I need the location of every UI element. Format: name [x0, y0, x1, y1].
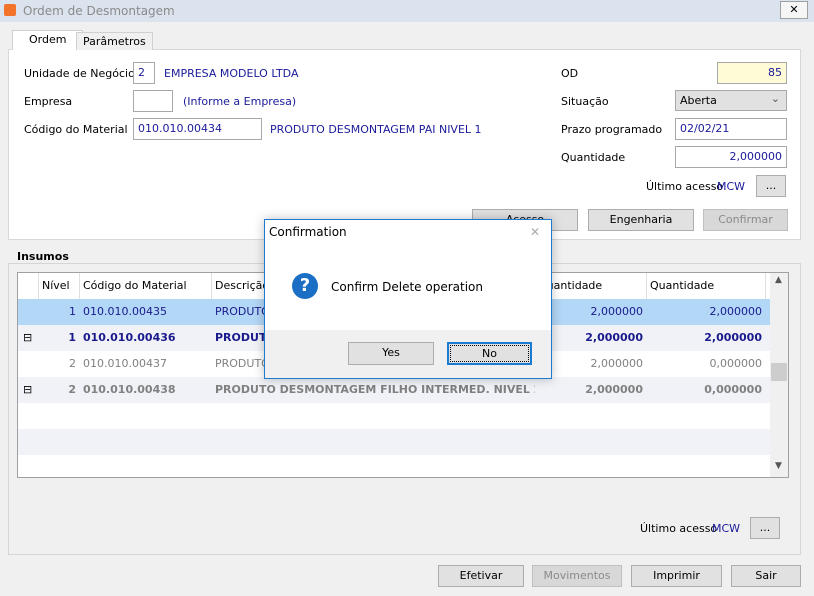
dialog-title: Confirmation — [269, 225, 347, 239]
header-quantidade[interactable]: Quantidade — [647, 273, 766, 299]
insumos-ultimo-acesso-button[interactable]: ... — [750, 517, 780, 539]
insumos-ultimo-acesso-user: MCW — [712, 522, 741, 535]
confirmar-button: Confirmar — [703, 209, 788, 231]
header-codigo[interactable]: Código do Material — [80, 273, 212, 299]
unidade-label: Unidade de Negócio — [24, 67, 135, 80]
cell-quantidade: 2,000000 — [704, 331, 762, 344]
collapse-icon[interactable]: ⊟ — [18, 377, 39, 403]
collapse-icon[interactable]: ⊟ — [18, 325, 39, 351]
material-label: Código do Material — [24, 123, 128, 136]
ultimo-acesso-user: MCW — [717, 180, 746, 193]
ultimo-acesso-button[interactable]: ... — [756, 175, 786, 197]
cell-nivel: 1 — [69, 305, 76, 318]
unidade-desc: EMPRESA MODELO LTDA — [164, 67, 299, 80]
window-title: Ordem de Desmontagem — [23, 4, 175, 18]
unidade-input[interactable]: 2 — [133, 62, 155, 84]
dialog-message: Confirm Delete operation — [331, 280, 483, 294]
scroll-up-icon[interactable]: ▲ — [775, 275, 782, 285]
window-close-button[interactable]: ✕ — [780, 1, 808, 19]
table-row[interactable]: ⊟ 2 010.010.00438 PRODUTO DESMONTAGEM FILHO… — [18, 377, 770, 403]
engenharia-button[interactable]: Engenharia — [588, 209, 694, 231]
scroll-thumb[interactable] — [771, 363, 787, 381]
cell-descricao: PRODUTO DESMONTAGEM FILHO INTERMED. NIVE… — [215, 383, 535, 396]
movimentos-button: Movimentos — [532, 565, 622, 587]
collapse-icon[interactable] — [18, 351, 39, 377]
imprimir-button[interactable]: Imprimir — [631, 565, 722, 587]
cell-codigo: 010.010.00437 — [83, 357, 167, 370]
tab-parametros[interactable]: Parâmetros — [76, 32, 153, 50]
situacao-value: Aberta — [680, 94, 717, 107]
question-icon: ? — [292, 273, 318, 299]
prazo-label: Prazo programado — [561, 123, 663, 136]
collapse-icon[interactable] — [18, 299, 39, 325]
cell-codigo: 010.010.00436 — [83, 331, 176, 344]
quantidade-input[interactable]: 2,000000 — [675, 146, 787, 168]
empty-row[interactable] — [18, 455, 770, 477]
cell-codigo: 010.010.00435 — [83, 305, 167, 318]
cell-quantidade: 0,000000 — [704, 383, 762, 396]
dialog-close-icon[interactable]: ✕ — [530, 225, 540, 239]
empresa-label: Empresa — [24, 95, 73, 108]
ultimo-acesso-label: Último acesso — [646, 180, 724, 193]
quantidade-label: Quantidade — [561, 151, 626, 164]
header-nivel[interactable]: Nível — [39, 273, 80, 299]
cell-nivel: 2 — [69, 357, 76, 370]
empresa-input[interactable] — [133, 90, 173, 112]
situacao-select[interactable]: Aberta ⌄ — [675, 90, 787, 111]
cell-qtd-original: 2,000000 — [585, 383, 643, 396]
cell-quantidade: 2,000000 — [709, 305, 763, 318]
chevron-down-icon: ⌄ — [770, 92, 780, 105]
insumos-title: Insumos — [15, 250, 71, 263]
no-button[interactable]: No — [447, 342, 532, 365]
tab-ordem[interactable]: Ordem — [12, 30, 84, 50]
header-expander — [18, 273, 39, 299]
cell-codigo: 010.010.00438 — [83, 383, 176, 396]
cell-nivel: 2 — [68, 383, 76, 396]
od-label: OD — [561, 67, 579, 80]
vertical-scrollbar[interactable]: ▲ ▼ — [770, 273, 788, 477]
sair-button[interactable]: Sair — [731, 565, 801, 587]
material-input[interactable]: 010.010.00434 — [133, 118, 262, 140]
app-icon — [4, 4, 16, 16]
scroll-down-icon[interactable]: ▼ — [775, 461, 782, 471]
cell-quantidade: 0,000000 — [709, 357, 763, 370]
cell-nivel: 1 — [68, 331, 76, 344]
material-desc: PRODUTO DESMONTAGEM PAI NIVEL 1 — [270, 123, 482, 136]
empresa-desc: (Informe a Empresa) — [183, 95, 297, 108]
empty-row[interactable] — [18, 429, 770, 455]
yes-button[interactable]: Yes — [348, 342, 434, 365]
empty-row[interactable] — [18, 403, 770, 429]
situacao-label: Situação — [561, 95, 609, 108]
od-input[interactable]: 85 — [717, 62, 787, 84]
efetivar-button[interactable]: Efetivar — [438, 565, 524, 587]
insumos-ultimo-acesso-label: Último acesso — [640, 522, 718, 535]
confirmation-dialog: Confirmation ✕ ? Confirm Delete operatio… — [264, 219, 552, 379]
prazo-input[interactable]: 02/02/21 — [675, 118, 787, 140]
